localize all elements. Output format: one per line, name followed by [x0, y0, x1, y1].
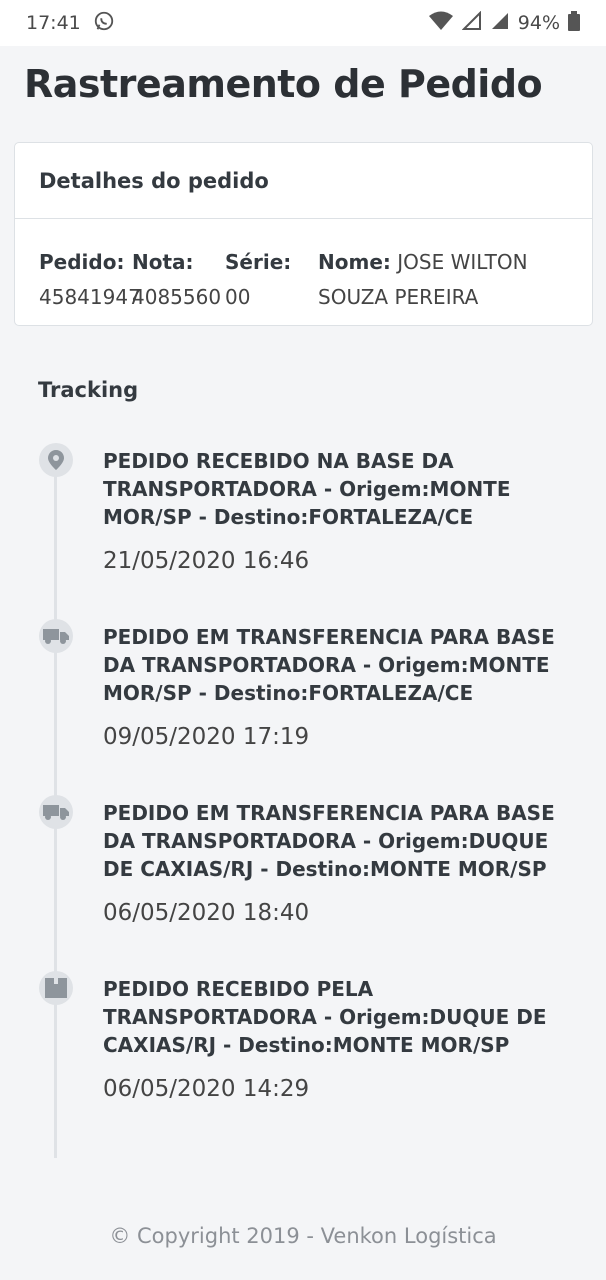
field-serie: Série: 00	[225, 245, 291, 315]
field-nome: Nome: JOSE WILTON SOUZA PEREIRA	[318, 245, 528, 315]
nota-value: 4085560	[132, 285, 222, 309]
order-details-card: Detalhes do pedido Pedido: 45841947 Nota…	[14, 142, 593, 326]
event-description: PEDIDO RECEBIDO PELA TRANSPORTADORA - Or…	[103, 977, 547, 1057]
field-pedido: Pedido: 45841947	[39, 245, 141, 315]
wifi-icon	[428, 11, 454, 36]
serie-label: Série:	[225, 250, 292, 274]
page-title: Rastreamento de Pedido	[24, 62, 543, 106]
nome-value-line1: JOSE WILTON	[397, 250, 528, 274]
truck-icon	[39, 795, 73, 829]
event-date: 06/05/2020 18:40	[103, 900, 310, 926]
nome-value-line2: SOUZA PEREIRA	[318, 285, 479, 309]
serie-value: 00	[225, 285, 251, 309]
card-header: Detalhes do pedido	[15, 143, 592, 219]
box-icon	[39, 971, 73, 1005]
tracking-title: Tracking	[38, 378, 139, 402]
event-description: PEDIDO EM TRANSFERENCIA PARA BASE DA TRA…	[103, 801, 555, 881]
card-body: Pedido: 45841947 Nota: 4085560 Série: 00…	[15, 219, 592, 325]
pedido-value: 45841947	[39, 285, 141, 309]
event-date: 21/05/2020 16:46	[103, 548, 310, 574]
battery-percent: 94%	[517, 12, 560, 34]
battery-icon	[568, 10, 580, 36]
pedido-label: Pedido:	[39, 250, 125, 274]
nota-label: Nota:	[132, 250, 194, 274]
event-description: PEDIDO RECEBIDO NA BASE DA TRANSPORTADOR…	[103, 449, 511, 529]
event-date: 09/05/2020 17:19	[103, 724, 310, 750]
status-bar: 17:41 94%	[0, 0, 606, 46]
truck-icon	[39, 619, 73, 653]
event-date: 06/05/2020 14:29	[103, 1076, 310, 1102]
whatsapp-icon	[93, 10, 115, 37]
event-description: PEDIDO EM TRANSFERENCIA PARA BASE DA TRA…	[103, 625, 555, 705]
status-time: 17:41	[26, 12, 81, 34]
footer-copyright: © Copyright 2019 - Venkon Logística	[109, 1224, 497, 1248]
signal-icon	[461, 10, 482, 36]
field-nota: Nota: 4085560	[132, 245, 221, 315]
map-pin-icon	[39, 443, 73, 477]
nome-label: Nome:	[318, 250, 391, 274]
signal-x-icon	[490, 11, 510, 36]
